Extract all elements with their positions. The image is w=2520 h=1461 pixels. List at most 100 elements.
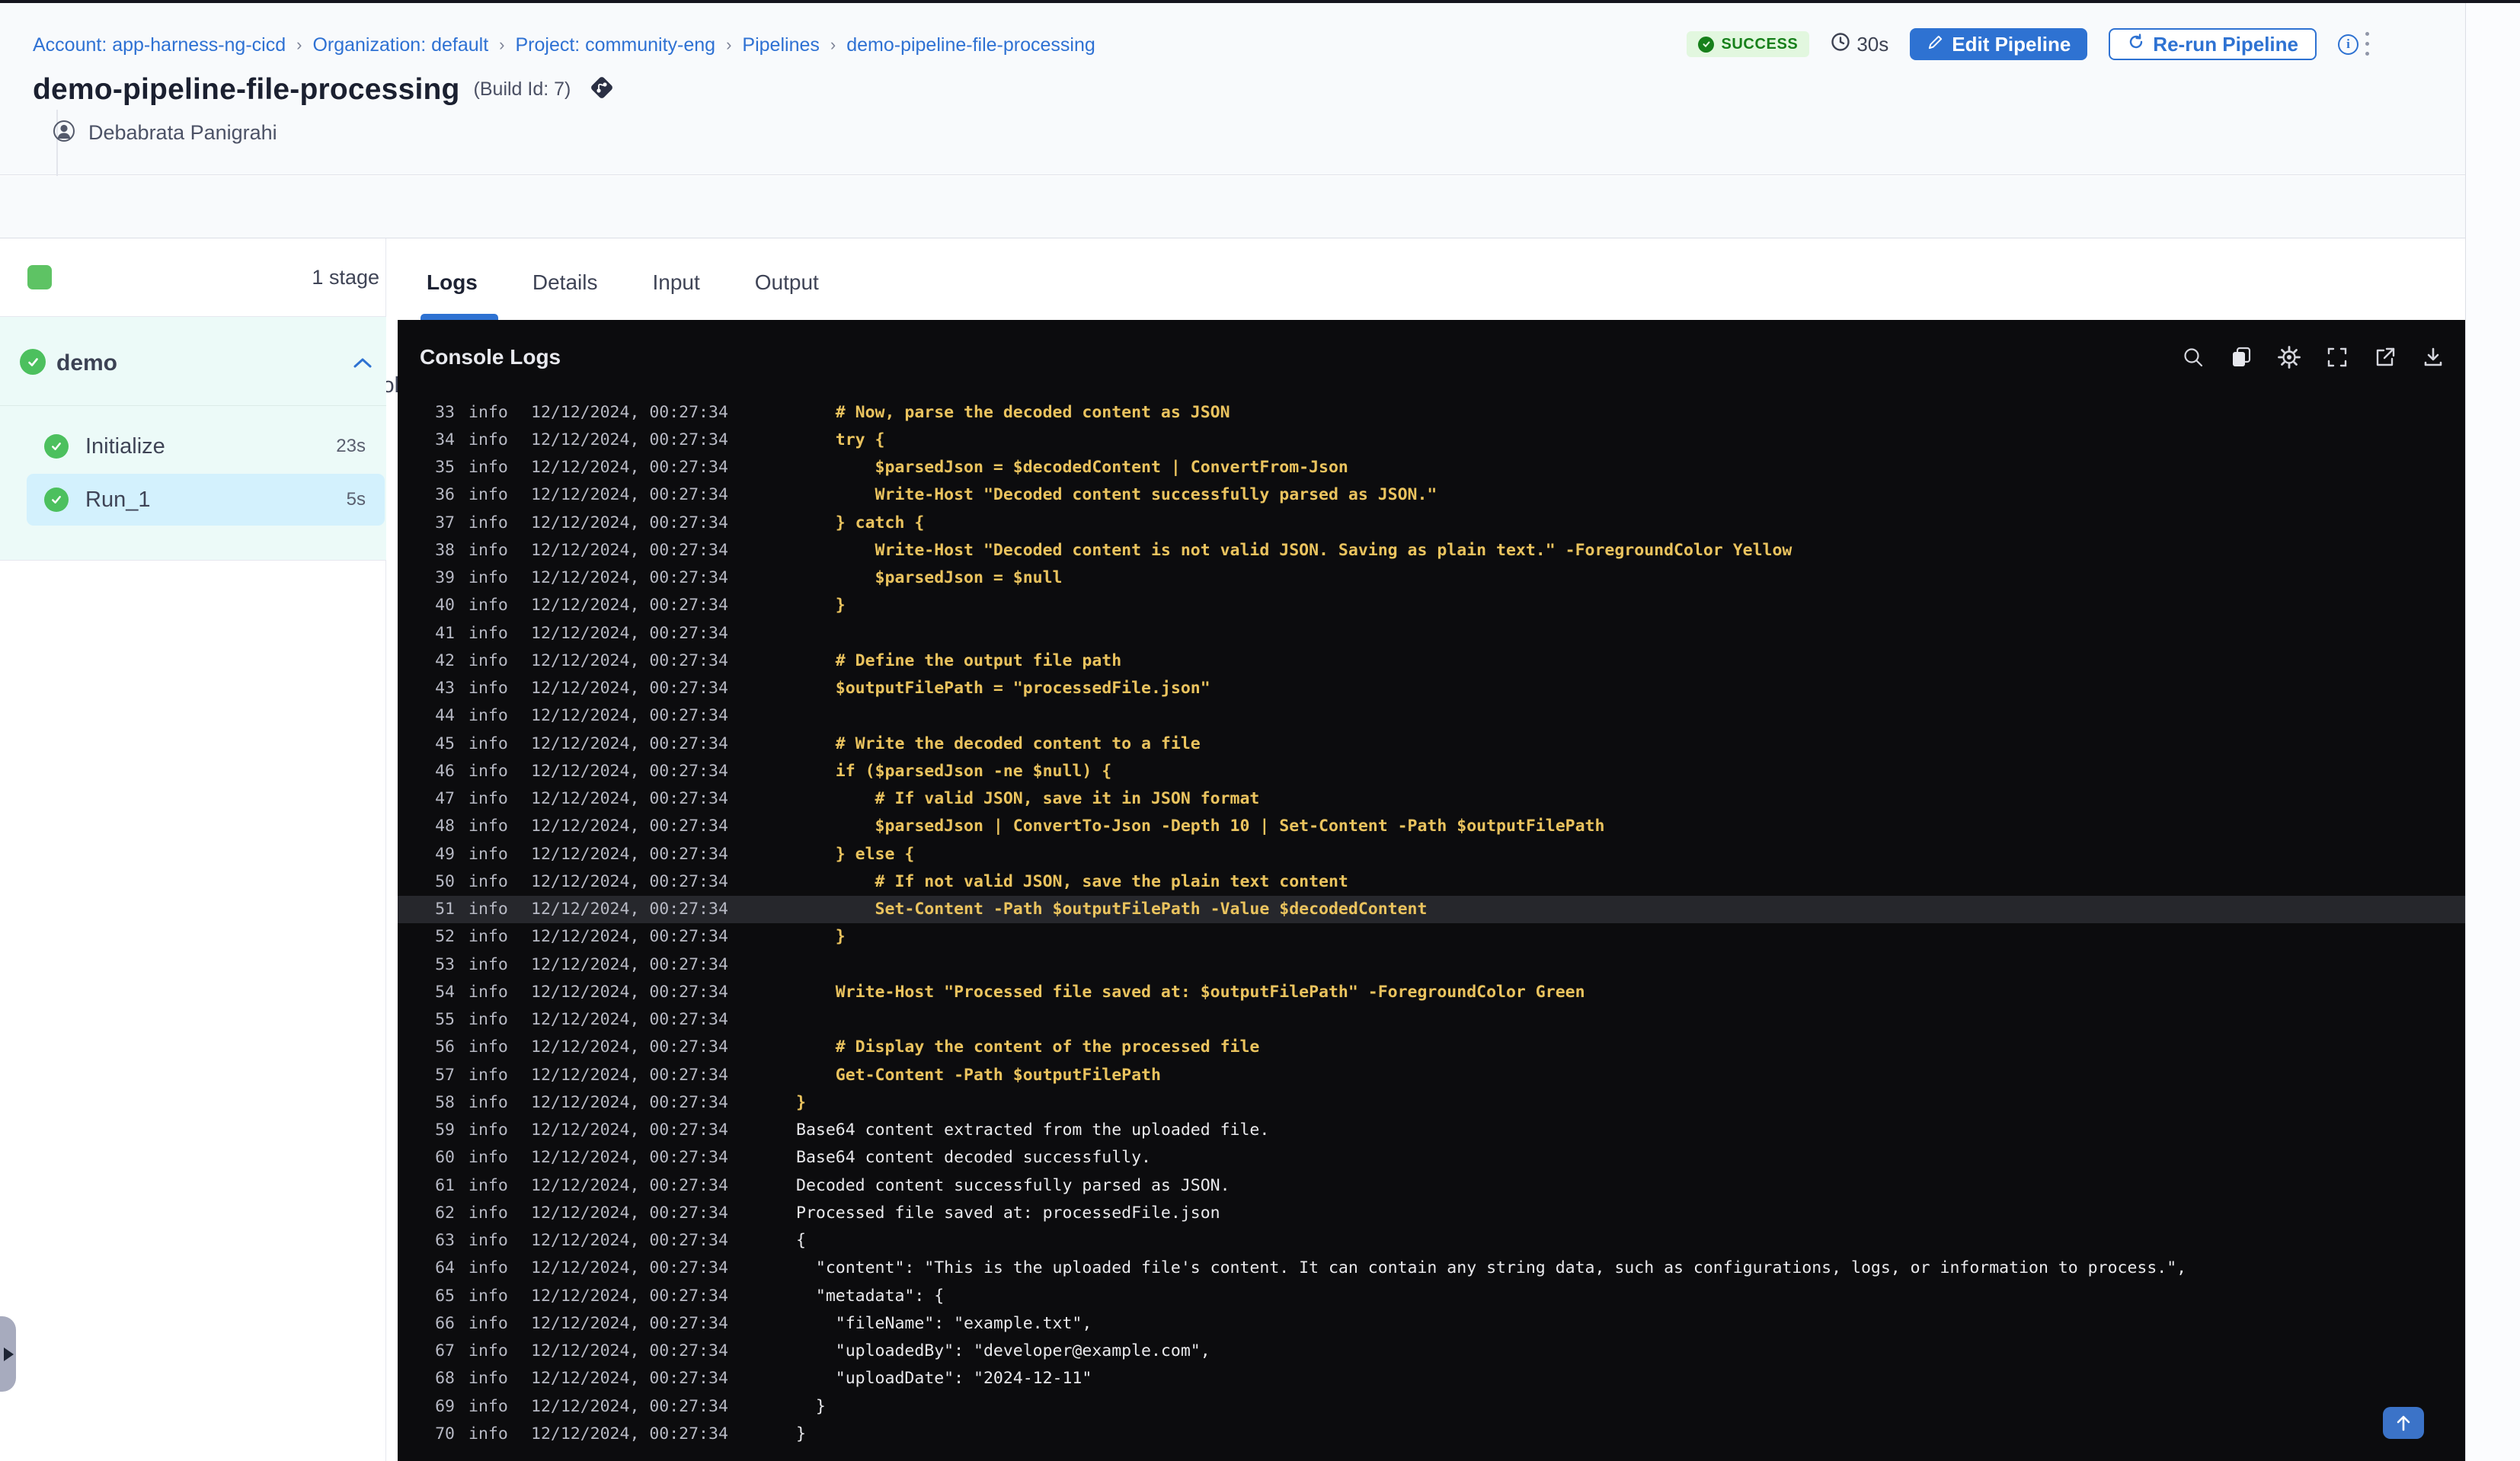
log-ln: 60 [435,1148,455,1168]
breadcrumb-organization[interactable]: Organization: default [312,34,488,56]
log-ln: 43 [435,679,455,699]
stages-sidebar: 1 stage demo Initialize 23s Run_1 5s [0,238,386,1461]
log-ts: 12/12/2024, 00:27:34 [531,596,728,615]
log-lvl: info [469,1037,508,1057]
console-tabs: Logs Details Input Output [427,270,819,295]
log-line-61: 61 info 12/12/2024, 00:27:34 Decoded conten… [398,1172,2465,1199]
step-initialize[interactable]: Initialize 23s [0,427,386,466]
log-line-66: 66 info 12/12/2024, 00:27:34 "fileName": "… [398,1309,2465,1337]
log-msg: Write-Host "Decoded content is not valid… [796,540,1792,560]
rerun-pipeline-button[interactable]: Re-run Pipeline [2109,28,2317,60]
log-msg: "fileName": "example.txt", [796,1313,1092,1333]
log-lvl: info [469,623,508,643]
log-ts: 12/12/2024, 00:27:34 [531,679,728,699]
log-msg: Base64 content decoded successfully. [796,1148,1151,1168]
build-id: (Build Id: 7) [473,78,571,100]
log-lvl: info [469,1148,508,1168]
log-ln: 57 [435,1065,455,1085]
more-options-menu[interactable] [2362,32,2372,56]
edit-pipeline-button[interactable]: Edit Pipeline [1910,28,2088,60]
scroll-to-top-button[interactable] [2383,1407,2424,1439]
step-run-1-selected[interactable]: Run_1 5s [27,474,385,526]
open-in-new-icon[interactable] [2372,344,2397,369]
log-line-56: 56 info 12/12/2024, 00:27:34 # Display the… [398,1034,2465,1061]
breadcrumb-pipelines[interactable]: Pipelines [742,34,819,56]
log-ts: 12/12/2024, 00:27:34 [531,954,728,974]
fullscreen-icon[interactable] [2324,344,2349,369]
log-ln: 67 [435,1341,455,1361]
stage-group: demo Initialize 23s Run_1 5s [0,317,386,561]
chevron-up-icon[interactable] [352,356,373,374]
run-duration: 30s [1831,32,1888,57]
log-ln: 55 [435,1010,455,1030]
log-lvl: info [469,651,508,670]
breadcrumb-pipeline-name[interactable]: demo-pipeline-file-processing [846,34,1095,56]
rerun-info-icon[interactable]: i [2338,34,2359,55]
pencil-icon [1927,33,1944,56]
console-tab-details[interactable]: Details [532,270,598,295]
expand-left-nav-handle[interactable] [0,1316,16,1392]
log-ts: 12/12/2024, 00:27:34 [531,651,728,670]
log-line-49: 49 info 12/12/2024, 00:27:34 } else { [398,840,2465,868]
copy-icon[interactable] [2228,344,2253,369]
console-tab-output[interactable]: Output [755,270,819,295]
download-icon[interactable] [2420,344,2445,369]
log-line-44: 44 info 12/12/2024, 00:27:34 [398,702,2465,730]
search-icon[interactable] [2180,344,2205,369]
log-msg: { [796,1231,806,1251]
log-ln: 35 [435,458,455,478]
status-badge: SUCCESS [1687,31,1810,57]
log-ts: 12/12/2024, 00:27:34 [531,1286,728,1306]
log-lvl: info [469,1424,508,1443]
log-ts: 12/12/2024, 00:27:34 [531,402,728,422]
log-lvl: info [469,900,508,919]
settings-gear-icon[interactable] [2276,344,2301,369]
log-msg: } [796,1424,806,1443]
log-ln: 66 [435,1313,455,1333]
log-ts: 12/12/2024, 00:27:34 [531,817,728,836]
breadcrumb: Account: app-harness-ng-cicd › Organizati… [33,34,1095,56]
log-ts: 12/12/2024, 00:27:34 [531,1175,728,1195]
log-line-58: 58 info 12/12/2024, 00:27:34} [398,1089,2465,1116]
log-msg: "metadata": { [796,1286,945,1306]
log-ts: 12/12/2024, 00:27:34 [531,513,728,532]
log-line-48: 48 info 12/12/2024, 00:27:34 $parsedJson |… [398,813,2465,840]
log-ln: 49 [435,844,455,864]
console-tab-input[interactable]: Input [652,270,699,295]
log-ln: 62 [435,1203,455,1223]
log-lvl: info [469,1065,508,1085]
log-lvl: info [469,1231,508,1251]
log-ln: 68 [435,1369,455,1389]
console-log-panel: Console Logs 33 info 12/12/2024, 00:27:34 … [398,320,2465,1461]
log-line-45: 45 info 12/12/2024, 00:27:34 # Write the d… [398,730,2465,757]
log-ts: 12/12/2024, 00:27:34 [531,1258,728,1278]
log-line-53: 53 info 12/12/2024, 00:27:34 [398,951,2465,978]
log-ln: 46 [435,761,455,781]
log-ln: 65 [435,1286,455,1306]
log-ts: 12/12/2024, 00:27:34 [531,430,728,449]
log-lvl: info [469,1092,508,1112]
log-lvl: info [469,458,508,478]
edit-pipeline-label: Edit Pipeline [1952,32,2071,56]
log-msg: Decoded content successfully parsed as J… [796,1175,1230,1195]
log-ln: 61 [435,1175,455,1195]
stage-group-header[interactable]: demo [0,317,386,406]
log-ts: 12/12/2024, 00:27:34 [531,1010,728,1030]
log-msg: $outputFilePath = "processedFile.json" [796,679,1210,699]
git-icon[interactable] [584,70,619,109]
log-ln: 64 [435,1258,455,1278]
log-msg: } catch { [796,513,925,532]
duration-value: 30s [1856,32,1889,56]
console-tab-logs[interactable]: Logs [427,270,478,295]
breadcrumb-account[interactable]: Account: app-harness-ng-cicd [33,34,286,56]
step-success-icon [44,488,69,512]
log-ln: 56 [435,1037,455,1057]
log-ts: 12/12/2024, 00:27:34 [531,458,728,478]
log-lvl: info [469,1010,508,1030]
log-lvl: info [469,1203,508,1223]
log-lvl: info [469,430,508,449]
log-ln: 36 [435,485,455,505]
log-ts: 12/12/2024, 00:27:34 [531,789,728,809]
breadcrumb-project[interactable]: Project: community-eng [515,34,715,56]
log-msg: } else { [796,844,915,864]
